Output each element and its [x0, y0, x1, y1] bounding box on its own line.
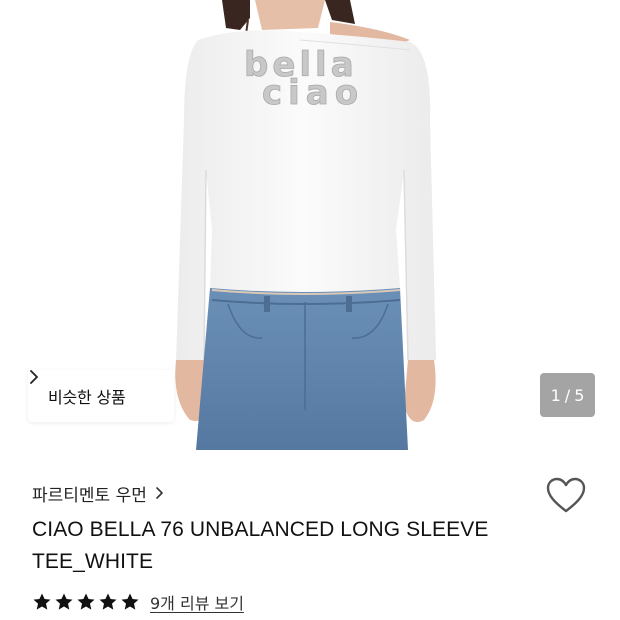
star-filled-icon — [121, 593, 139, 610]
star-filled-icon — [99, 593, 117, 610]
star-rating — [32, 592, 140, 612]
review-link[interactable]: 9개 리뷰 보기 — [150, 590, 244, 614]
star-filled-icon — [77, 593, 95, 610]
image-counter-separator: / — [564, 385, 571, 405]
heart-outline-icon[interactable] — [546, 477, 586, 515]
product-image[interactable]: bella ciao 비슷한 상품 1 / 5 — [0, 0, 620, 450]
product-title: CIAO BELLA 76 UNBALANCED LONG SLEEVE TEE… — [32, 518, 489, 573]
chevron-right-icon — [156, 487, 163, 499]
brand-name: 파르티멘토 우먼 — [32, 485, 147, 506]
image-counter-total: 5 — [574, 385, 585, 405]
image-counter: 1 / 5 — [540, 373, 595, 417]
chevron-right-icon — [30, 370, 38, 384]
image-counter-current: 1 — [550, 385, 561, 405]
tee-print-line2: ciao — [262, 73, 364, 113]
brand-link[interactable]: 파르티멘토 우먼 — [32, 480, 165, 506]
star-filled-icon — [33, 593, 51, 610]
rating-row: 9개 리뷰 보기 — [32, 590, 244, 614]
similar-products-button[interactable]: 비슷한 상품 — [28, 370, 174, 422]
star-filled-icon — [55, 593, 73, 610]
similar-products-label: 비슷한 상품 — [48, 388, 126, 407]
